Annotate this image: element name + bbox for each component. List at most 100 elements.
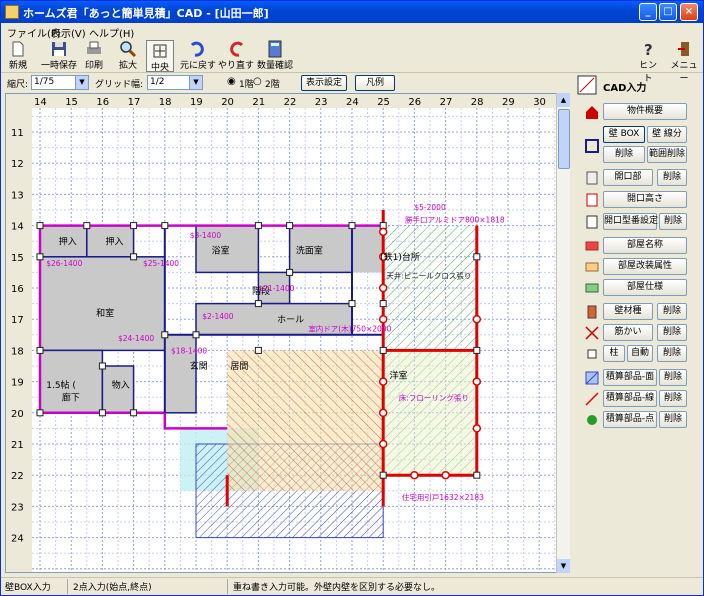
- room-label: 洗面室: [296, 245, 323, 257]
- quantity-button[interactable]: 数量確認: [255, 39, 295, 73]
- hint-button[interactable]: ? ヒント: [635, 39, 661, 84]
- column-button[interactable]: 柱: [603, 345, 625, 362]
- room-label: 玄関: [190, 360, 208, 372]
- wall-box-button[interactable]: 壁 BOX: [603, 126, 645, 143]
- column-marker: [473, 346, 481, 354]
- redo-label: やり直す: [217, 61, 254, 71]
- quantity-label: 数量確認: [256, 61, 293, 71]
- maximize-button[interactable]: □: [659, 3, 677, 21]
- room-area-green-fill: [383, 350, 477, 476]
- reinforce-button[interactable]: 筋かい: [603, 324, 653, 341]
- column-auto-button[interactable]: 自動: [627, 345, 653, 362]
- ruler-col-label: 20: [221, 97, 234, 108]
- red-column-marker: [378, 439, 388, 449]
- annotation-label: $3-1400: [190, 231, 222, 240]
- status-hint: 2点入力(始点,終点): [73, 583, 152, 593]
- grid-select[interactable]: 1/2 ▼: [147, 75, 203, 90]
- menu-icon: [678, 42, 689, 56]
- new-button[interactable]: 新規: [5, 39, 31, 73]
- column-marker: [98, 362, 106, 370]
- est-face-button[interactable]: 積算部品-面: [603, 369, 657, 386]
- ruler-col-label: 22: [284, 97, 297, 108]
- range-delete-button[interactable]: 範囲削除: [647, 146, 687, 163]
- opening-delete-button[interactable]: 削除: [657, 169, 687, 186]
- ruler-row-label: 19: [11, 378, 24, 389]
- status-message: 重ね書き入力可能。外壁内壁を区別する必要なし。: [233, 583, 441, 593]
- ruler-col-label: 21: [252, 97, 265, 108]
- minimize-button[interactable]: _: [639, 3, 657, 21]
- est-line-button[interactable]: 積算部品-線: [603, 390, 657, 407]
- floppy-icon: [52, 42, 66, 56]
- status-divider: [67, 579, 68, 594]
- display-settings-button[interactable]: 表示設定: [301, 75, 347, 91]
- opening-type-delete-button[interactable]: 削除: [659, 213, 687, 230]
- column-marker: [286, 268, 294, 276]
- ruler-row-label: 12: [11, 159, 24, 170]
- wall-material-delete-button[interactable]: 削除: [657, 303, 687, 320]
- red-column-marker: [472, 314, 482, 324]
- ruler-col-label: 30: [533, 97, 546, 108]
- menu-button[interactable]: メニュー: [667, 39, 701, 84]
- property-button[interactable]: 物件概要: [603, 103, 687, 120]
- annotation-label: $2-1400: [202, 312, 234, 321]
- column-marker: [192, 331, 200, 339]
- column-marker: [379, 300, 387, 308]
- ruler-col-label: 23: [315, 97, 328, 108]
- floor1-radio[interactable]: ◉: [227, 76, 236, 87]
- est-point-button[interactable]: 積算部品-点: [603, 411, 657, 428]
- est-face-delete-button[interactable]: 削除: [659, 369, 687, 386]
- scale-select[interactable]: 1/75 ▼: [31, 75, 89, 90]
- scale-label: 縮尺:: [7, 80, 29, 90]
- column-icon: [587, 349, 597, 359]
- cad-icon: [577, 75, 597, 95]
- zoom-label: 拡大: [118, 61, 137, 71]
- redo-button[interactable]: やり直す: [217, 39, 255, 73]
- room-name-button[interactable]: 部屋名称: [603, 237, 687, 254]
- wall-material-button[interactable]: 壁材種: [603, 303, 653, 320]
- status-divider: [227, 579, 228, 594]
- undo-label: 元に戻す: [179, 61, 216, 71]
- scroll-down-icon[interactable]: ▼: [557, 559, 570, 573]
- legend-button[interactable]: 凡例: [355, 75, 395, 91]
- scroll-up-icon[interactable]: ▲: [557, 93, 570, 107]
- menu-help[interactable]: ヘルプ(H): [89, 25, 134, 40]
- print-button[interactable]: 印刷: [81, 39, 107, 73]
- opening-type-button[interactable]: 開口型番設定: [603, 213, 658, 230]
- floor2-radio[interactable]: ○: [253, 76, 262, 87]
- close-button[interactable]: ×: [680, 3, 698, 21]
- status-bar: 壁BOX入力 2点入力(始点,終点) 重ね書き入力可能。外壁内壁を区別する必要な…: [1, 577, 703, 595]
- ruler-row-label: 18: [11, 346, 24, 357]
- floor-plan[interactable]: 14 15 16 17 18 19 20 21 22 23 24 25 26 27 28 29 30 11 12 13…: [6, 94, 558, 573]
- room-spec-icon: [585, 283, 599, 293]
- opening-button[interactable]: 開口部: [603, 169, 653, 186]
- center-button[interactable]: 中央: [146, 40, 174, 73]
- opening-height-button[interactable]: 開口高さ: [603, 191, 687, 208]
- room-area: [352, 225, 384, 273]
- scroll-thumb[interactable]: [558, 109, 570, 169]
- vertical-scrollbar[interactable]: ▲ ▼: [556, 93, 570, 573]
- est-point-delete-button[interactable]: 削除: [659, 411, 687, 428]
- annotation-label: 天井:ビニールクロス張り: [386, 271, 471, 281]
- red-column-marker: [441, 470, 450, 480]
- chevron-down-icon: ▼: [75, 76, 88, 89]
- column-marker: [254, 222, 262, 230]
- reinforce-delete-button[interactable]: 削除: [657, 324, 687, 341]
- room-extra-button[interactable]: 部屋改装属性: [603, 258, 687, 275]
- wall-line-button[interactable]: 壁 線分: [647, 126, 687, 143]
- wall-delete-button[interactable]: 削除: [603, 146, 645, 163]
- status-mode: 壁BOX入力: [5, 583, 51, 593]
- save-button[interactable]: 一時保存: [39, 39, 79, 73]
- menu-view[interactable]: 表示(V): [51, 25, 86, 40]
- room-spec-button[interactable]: 部屋仕様: [603, 279, 687, 296]
- est-line-delete-button[interactable]: 削除: [659, 390, 687, 407]
- red-column-marker: [378, 408, 388, 418]
- options-bar: 縮尺: 1/75 ▼ グリッド幅: 1/2 ▼ ◉ 1階 ○ 2階 表示設定 凡…: [1, 73, 569, 93]
- column-delete-button[interactable]: 削除: [657, 345, 687, 362]
- annotation-label: $5-2000: [414, 203, 446, 212]
- app-window: ホームズ君「あっと簡単見積」CAD - [山田一郎] _ □ × ファイル(F)…: [0, 0, 704, 596]
- cad-canvas[interactable]: 14 15 16 17 18 19 20 21 22 23 24 25 26 27 28 29 30 11 12 13…: [5, 93, 569, 573]
- undo-button[interactable]: 元に戻す: [179, 39, 217, 73]
- grid-value: 1/2: [150, 77, 165, 87]
- zoom-button[interactable]: 拡大: [115, 39, 141, 73]
- room-label: 1.5帖 (: [46, 379, 76, 391]
